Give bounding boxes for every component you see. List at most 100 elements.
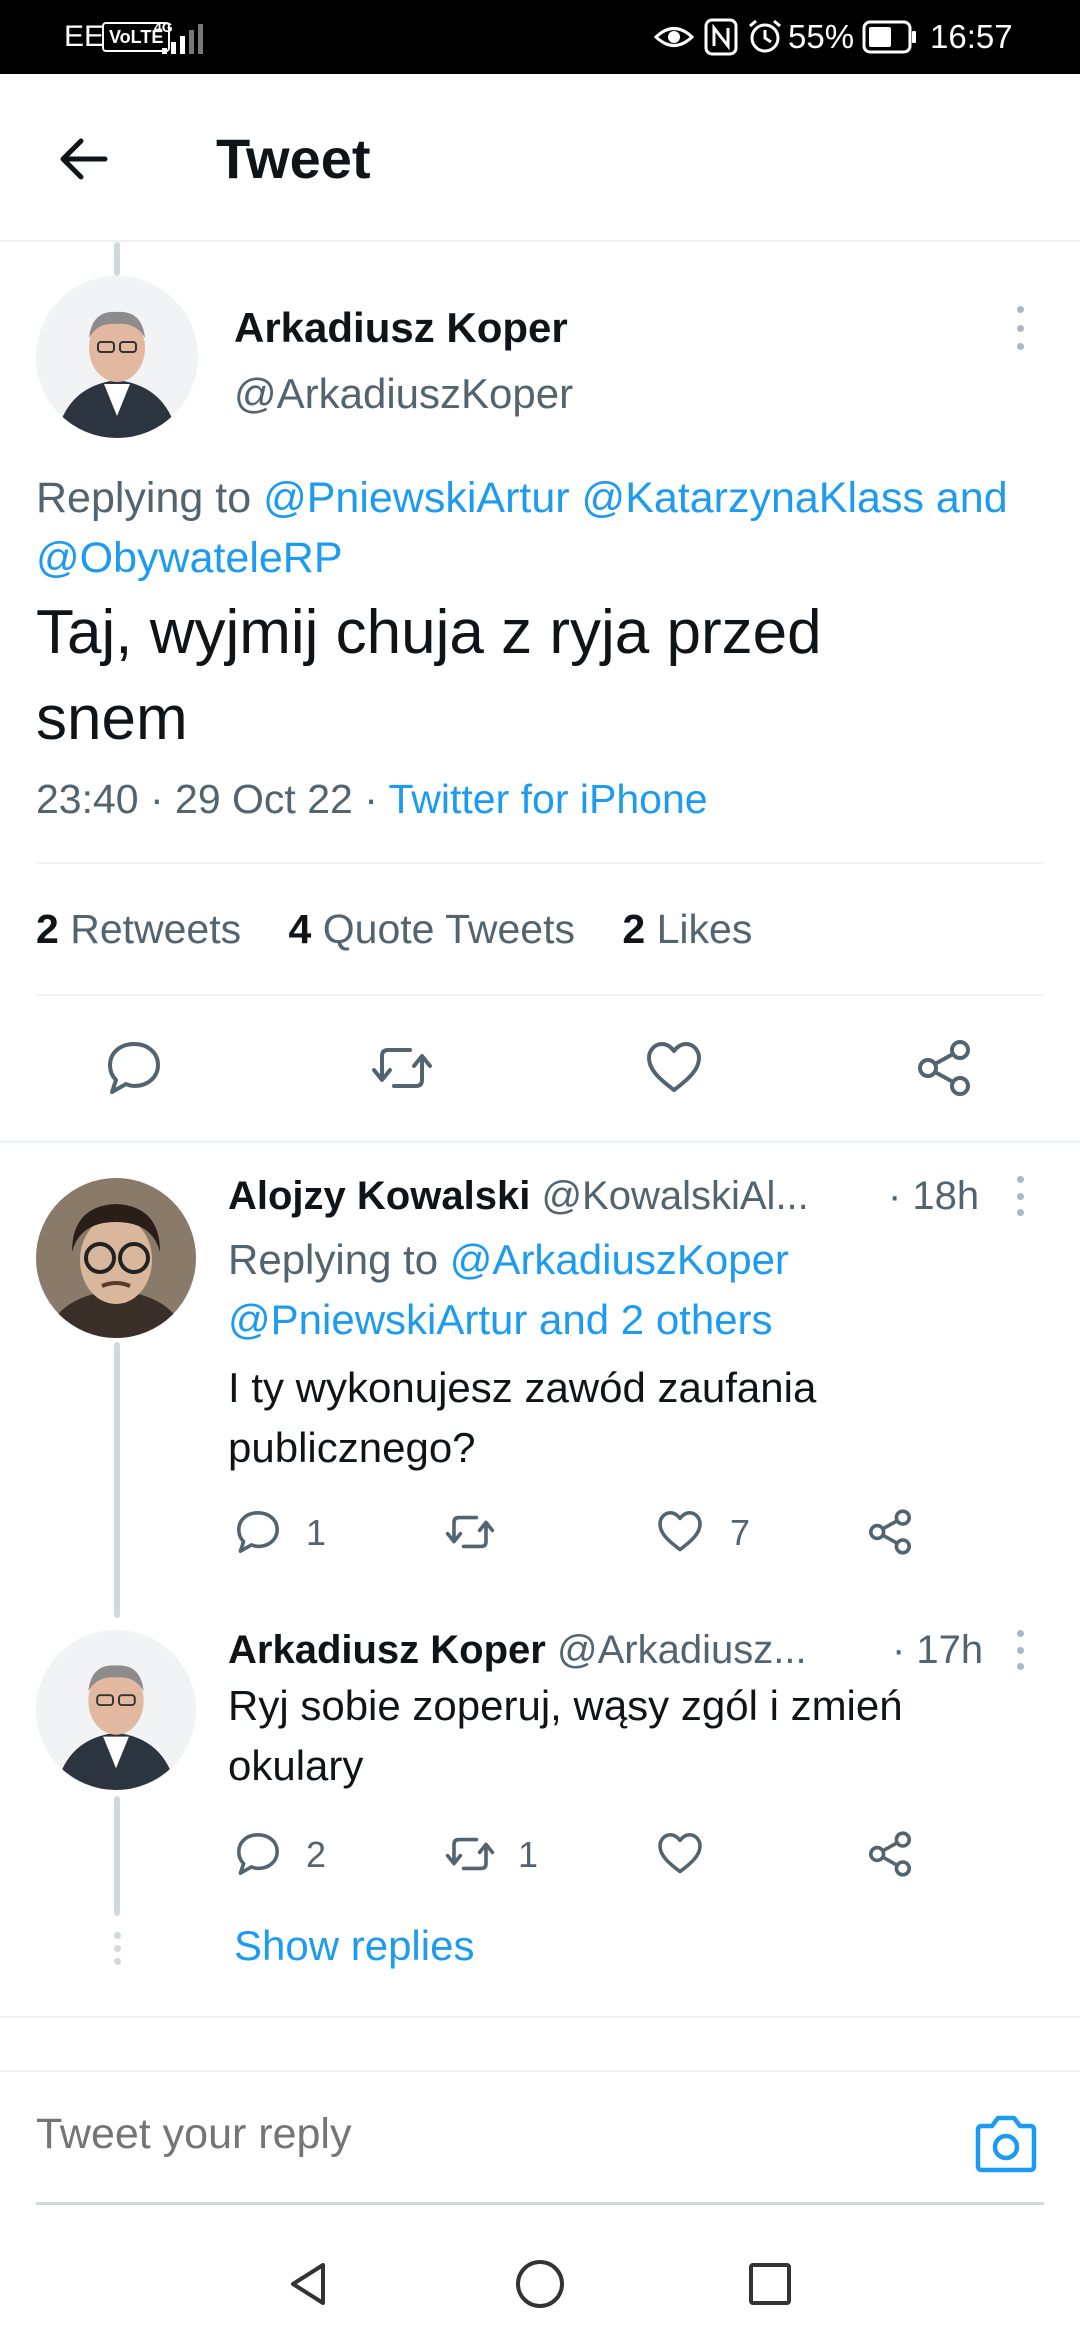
retweet-button[interactable]	[370, 1036, 434, 1100]
reply-header: Arkadiusz Koper @Arkadiusz...	[228, 1628, 988, 1673]
like-button[interactable]	[654, 1828, 706, 1880]
replying-others[interactable]: @PniewskiArtur and 2 others	[228, 1296, 773, 1343]
input-underline	[36, 2202, 1044, 2205]
reply-button[interactable]	[232, 1828, 284, 1880]
reply-text-line1: I ty wykonujesz zawód zaufania	[228, 1364, 817, 1411]
thread-connector	[114, 1342, 120, 1618]
square-recents-icon	[749, 2263, 791, 2305]
retweet-icon	[445, 1515, 495, 1549]
reply-replying-to: Replying to @ArkadiuszKoper @PniewskiArt…	[228, 1230, 1048, 1350]
likes-label: Likes	[656, 906, 753, 952]
section-divider	[0, 2016, 1080, 2018]
top-app-bar: Tweet	[0, 74, 1080, 242]
retweets-count: 2	[36, 906, 59, 952]
reply-text-line2: publicznego?	[228, 1424, 476, 1471]
author-handle[interactable]: @ArkadiuszKoper	[234, 370, 573, 418]
tweet-text-line1: Taj, wyjmij chuja z ryja przed	[36, 598, 822, 667]
battery-percent: 55%	[788, 18, 855, 55]
nav-home-button[interactable]	[508, 2252, 572, 2316]
reply-author-name[interactable]: Arkadiusz Koper	[228, 1628, 546, 1672]
camera-icon	[975, 2115, 1037, 2173]
like-button[interactable]	[654, 1506, 706, 1558]
reply-icon	[108, 1042, 160, 1094]
retweet-icon	[372, 1048, 432, 1088]
reply-composer	[0, 2070, 1080, 2230]
more-options-icon[interactable]	[1008, 306, 1032, 350]
reply-header: Alojzy Kowalski @KowalskiAl...	[228, 1174, 988, 1219]
avatar-arkadiusz-koper[interactable]	[36, 276, 198, 438]
replying-mentions-1[interactable]: @PniewskiArtur @KatarzynaKlass and	[263, 474, 1008, 522]
clock: 16:57	[930, 18, 1013, 55]
reply-count: 2	[306, 1834, 327, 1875]
section-divider	[0, 1140, 1080, 1143]
like-count: 7	[730, 1512, 751, 1553]
thread-connector-top	[114, 242, 120, 276]
retweet-count: 1	[518, 1834, 539, 1875]
tweet-meta: 23:40 · 29 Oct 22 · Twitter for iPhone	[36, 776, 708, 823]
like-button[interactable]	[642, 1036, 706, 1100]
share-button[interactable]	[912, 1036, 976, 1100]
nav-back-button[interactable]	[276, 2252, 340, 2316]
share-icon	[869, 1509, 911, 1555]
tweet-text: Taj, wyjmij chuja z ryja przed snem	[36, 590, 1046, 762]
divider	[36, 994, 1044, 996]
share-button[interactable]	[864, 1828, 916, 1880]
replying-mention[interactable]: @ArkadiuszKoper	[450, 1236, 789, 1283]
quotes-stat[interactable]: 4 Quote Tweets	[289, 906, 575, 952]
thread-continuation-dots	[113, 1932, 121, 1965]
heart-icon	[658, 1833, 702, 1874]
retweet-button[interactable]	[444, 1506, 496, 1558]
reply-author-name[interactable]: Alojzy Kowalski	[228, 1174, 530, 1218]
signal-icon	[162, 24, 203, 54]
battery-icon	[862, 20, 916, 54]
status-bar: EE VoLTE 4G 55% 16:57	[0, 0, 1080, 74]
reply-more-options-icon[interactable]	[1008, 1630, 1032, 1670]
quotes-label: Quote Tweets	[322, 906, 575, 952]
share-icon	[918, 1040, 970, 1096]
reply-icon	[237, 1833, 279, 1875]
reply-more-options-icon[interactable]	[1008, 1176, 1032, 1216]
system-nav-bar	[0, 2230, 1080, 2340]
nav-recents-button[interactable]	[738, 2252, 802, 2316]
replying-mentions-2[interactable]: @ObywateleRP	[36, 534, 343, 582]
carrier-label: EE	[64, 20, 105, 53]
reply-author-handle[interactable]: @Arkadiusz...	[557, 1628, 807, 1672]
avatar-arkadiusz-koper[interactable]	[36, 1630, 196, 1790]
thread-connector	[114, 1796, 120, 1916]
reply-text-line2: okulary	[228, 1742, 364, 1789]
author-name[interactable]: Arkadiusz Koper	[234, 304, 568, 352]
share-button[interactable]	[864, 1506, 916, 1558]
tweet-text-line2: snem	[36, 684, 188, 753]
likes-stat[interactable]: 2 Likes	[622, 906, 752, 952]
avatar-photo	[36, 276, 198, 438]
tweet-stats: 2 Retweets 4 Quote Tweets 2 Likes	[36, 906, 788, 953]
circle-home-icon	[516, 2260, 564, 2308]
alarm-icon	[749, 19, 781, 53]
divider	[36, 862, 1044, 864]
camera-button[interactable]	[972, 2114, 1040, 2174]
reply-button[interactable]	[232, 1506, 284, 1558]
tweet-source[interactable]: Twitter for iPhone	[389, 776, 708, 822]
share-icon	[869, 1831, 911, 1877]
replying-to: Replying to @PniewskiArtur @KatarzynaKla…	[36, 468, 1046, 588]
retweets-label: Retweets	[70, 906, 242, 952]
arrow-left-icon	[60, 138, 108, 180]
likes-count: 2	[622, 906, 646, 952]
avatar-photo	[36, 1178, 196, 1338]
show-replies-link[interactable]: Show replies	[234, 1922, 474, 1970]
reply-author-handle[interactable]: @KowalskiAl...	[541, 1174, 808, 1218]
replying-prefix: Replying to	[228, 1236, 439, 1283]
reply-input[interactable]	[36, 2110, 920, 2159]
retweet-button[interactable]	[444, 1828, 496, 1880]
reply-button[interactable]	[102, 1036, 166, 1100]
back-button[interactable]	[48, 124, 118, 194]
retweets-stat[interactable]: 2 Retweets	[36, 906, 241, 952]
reply-text: I ty wykonujesz zawód zaufania publiczne…	[228, 1358, 1048, 1478]
reply-count: 1	[306, 1512, 327, 1553]
eye-icon	[654, 27, 694, 47]
reply-time[interactable]: · 17h	[892, 1628, 983, 1673]
reply-time[interactable]: · 18h	[888, 1174, 979, 1219]
retweet-icon	[445, 1837, 495, 1871]
reply-icon	[237, 1511, 279, 1553]
avatar-alojzy-kowalski[interactable]	[36, 1178, 196, 1338]
